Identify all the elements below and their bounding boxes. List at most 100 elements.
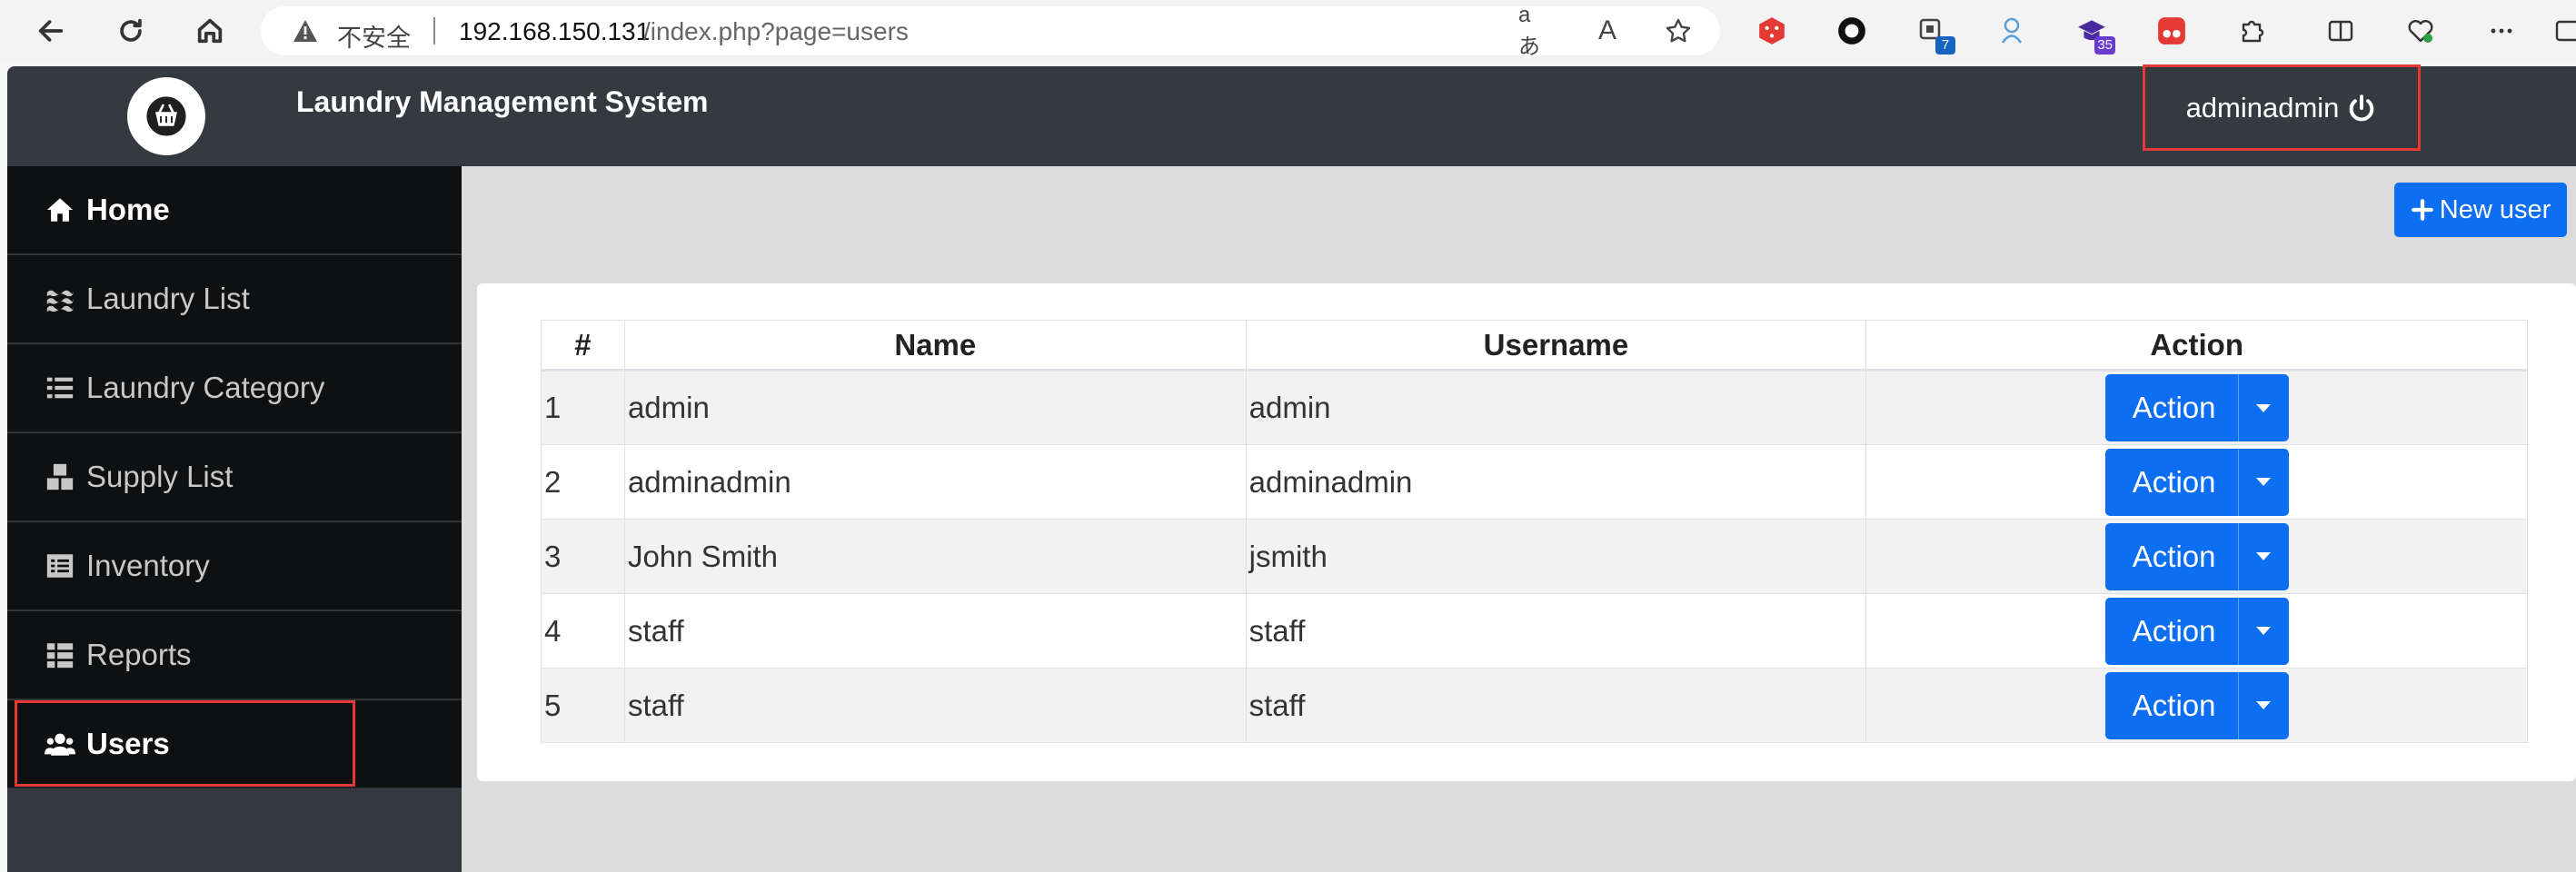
sidebar-item-label: Users xyxy=(86,727,170,760)
sidebar-item-supply-list[interactable]: Supply List xyxy=(7,433,462,521)
row-number: 3 xyxy=(541,519,625,594)
address-bar[interactable]: 不安全 192.168.150.131 /index.php?page=user… xyxy=(261,3,1720,59)
user-username: staff xyxy=(1245,593,1867,669)
column-header-username: Username xyxy=(1245,320,1867,372)
table-row: 1 admin admin Action xyxy=(541,370,2528,445)
caret-down-icon[interactable] xyxy=(2237,448,2289,516)
warning-icon xyxy=(293,20,317,42)
column-header-name: Name xyxy=(623,320,1247,372)
reload-button[interactable] xyxy=(111,11,151,51)
laundry-basket-logo xyxy=(127,77,205,155)
read-aloud-icon[interactable]: A xyxy=(1591,15,1624,47)
caret-down-icon[interactable] xyxy=(2237,597,2289,665)
puzzle-extensions-icon[interactable] xyxy=(2233,13,2270,49)
app-title: Laundry Management System xyxy=(296,85,709,118)
row-number: 2 xyxy=(541,444,625,520)
table-row: 4 staff staff Action xyxy=(541,593,2528,669)
action-dropdown-button[interactable]: Action xyxy=(2104,522,2289,590)
main-content: New user # Name Username Action 1 admin … xyxy=(462,166,2576,872)
action-cell: Action xyxy=(1865,593,2528,669)
column-header-action: Action xyxy=(1865,320,2528,372)
home-button[interactable] xyxy=(190,11,230,51)
action-label: Action xyxy=(2132,539,2216,573)
table-row: 5 staff staff Action xyxy=(541,668,2528,743)
users-icon xyxy=(45,733,75,756)
back-button[interactable] xyxy=(31,11,71,51)
list-icon xyxy=(46,377,74,399)
user-username: staff xyxy=(1245,668,1867,743)
sidebar-item-label: Laundry List xyxy=(86,282,250,315)
user-menu[interactable]: adminadmin xyxy=(2143,64,2421,151)
action-cell: Action xyxy=(1865,370,2528,445)
sidebar-item-inventory[interactable]: Inventory xyxy=(7,522,462,610)
action-cell: Action xyxy=(1865,519,2528,594)
extension-badge: 7 xyxy=(1935,36,1955,54)
browser-essentials-icon[interactable] xyxy=(2402,13,2439,49)
address-separator xyxy=(433,17,435,45)
plus-icon xyxy=(2411,199,2433,221)
sidebar-toggle-icon[interactable] xyxy=(2550,13,2576,49)
row-number: 5 xyxy=(541,668,625,743)
circle-extension-icon[interactable] xyxy=(1834,13,1870,49)
user-username: adminadmin xyxy=(1245,444,1867,520)
favorite-star-icon[interactable] xyxy=(1662,15,1695,47)
user-name: John Smith xyxy=(623,519,1247,594)
action-dropdown-button[interactable]: Action xyxy=(2104,374,2289,441)
action-label: Action xyxy=(2132,688,2216,722)
robot-extension-icon[interactable] xyxy=(1994,13,2030,49)
user-name: staff xyxy=(623,668,1247,743)
more-menu-icon[interactable] xyxy=(2483,13,2520,49)
user-name: adminadmin xyxy=(623,444,1247,520)
action-label: Action xyxy=(2132,613,2216,648)
browser-toolbar: 不安全 192.168.150.131 /index.php?page=user… xyxy=(0,0,2576,62)
sidebar: Home Laundry List Laundry Category Suppl… xyxy=(7,166,462,872)
translate-icon[interactable]: aあ xyxy=(1518,3,1551,59)
table-header-row: # Name Username Action xyxy=(541,320,2528,372)
graduation-extension-icon[interactable]: 35 xyxy=(2074,13,2115,54)
action-label: Action xyxy=(2132,464,2216,499)
sidebar-item-laundry-category[interactable]: Laundry Category xyxy=(7,344,462,432)
dice-extension-icon[interactable] xyxy=(1754,13,1790,49)
sidebar-item-label: Inventory xyxy=(86,549,210,582)
app-header: Laundry Management System adminadmin xyxy=(7,64,2576,166)
caret-down-icon[interactable] xyxy=(2237,522,2289,590)
new-user-button[interactable]: New user xyxy=(2394,183,2567,237)
action-cell: Action xyxy=(1865,668,2528,743)
sidebar-item-home[interactable]: Home xyxy=(7,166,462,254)
extension-badge: 35 xyxy=(2094,36,2115,54)
split-screen-icon[interactable] xyxy=(2322,13,2359,49)
collections-extension-icon[interactable]: 7 xyxy=(1914,13,1955,54)
red-extension-icon[interactable] xyxy=(2153,13,2190,49)
user-username: jsmith xyxy=(1245,519,1867,594)
action-dropdown-button[interactable]: Action xyxy=(2104,597,2289,665)
table-row: 2 adminadmin adminadmin Action xyxy=(541,444,2528,520)
sidebar-item-users[interactable]: Users xyxy=(7,700,462,788)
power-icon[interactable] xyxy=(2346,93,2377,124)
action-dropdown-button[interactable]: Action xyxy=(2104,671,2289,739)
action-dropdown-button[interactable]: Action xyxy=(2104,448,2289,516)
url-host: 192.168.150.131 xyxy=(459,17,651,45)
home-outline-icon xyxy=(197,18,223,44)
user-name: admin xyxy=(623,370,1247,445)
sidebar-item-label: Laundry Category xyxy=(86,371,325,404)
arrow-left-icon xyxy=(38,20,64,42)
user-name: staff xyxy=(623,593,1247,669)
sidebar-item-reports[interactable]: Reports xyxy=(7,611,462,699)
username-label: adminadmin xyxy=(2185,91,2340,124)
new-user-label: New user xyxy=(2439,194,2551,224)
action-cell: Action xyxy=(1865,444,2528,520)
boxes-icon xyxy=(46,463,74,490)
action-label: Action xyxy=(2132,391,2216,424)
caret-down-icon[interactable] xyxy=(2237,374,2289,441)
water-icon xyxy=(46,290,74,312)
row-number: 1 xyxy=(541,370,625,445)
insecure-label: 不安全 xyxy=(337,25,411,53)
sidebar-item-laundry-list[interactable]: Laundry List xyxy=(7,255,462,343)
table-row: 3 John Smith jsmith Action xyxy=(541,519,2528,594)
home-icon xyxy=(46,198,74,222)
reload-icon xyxy=(120,18,142,42)
caret-down-icon[interactable] xyxy=(2237,671,2289,739)
row-number: 4 xyxy=(541,593,625,669)
column-header-number: # xyxy=(541,320,625,372)
list-alt-icon xyxy=(46,554,74,578)
